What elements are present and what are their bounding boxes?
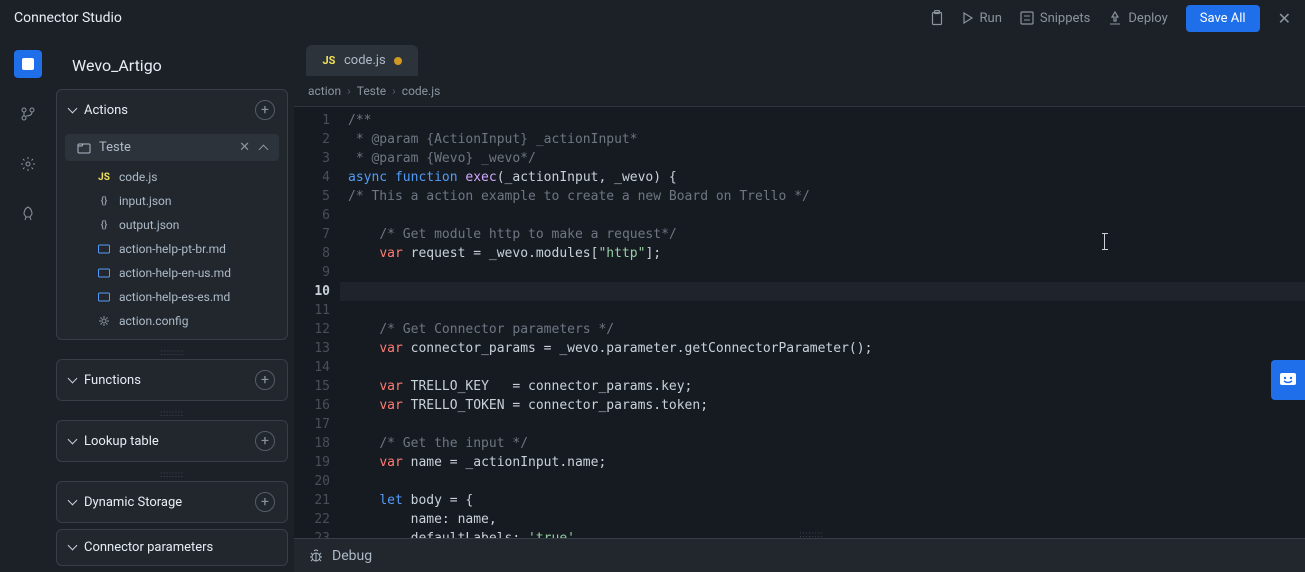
chevron-down-icon bbox=[69, 103, 76, 118]
json-file-icon: {} bbox=[97, 220, 111, 231]
panel-header-connparams[interactable]: Connector parameters bbox=[57, 530, 287, 565]
file-label: action-help-pt-br.md bbox=[119, 242, 226, 256]
panel-connector-params: Connector parameters bbox=[56, 529, 288, 566]
add-button[interactable]: + bbox=[255, 431, 275, 451]
tab-label: code.js bbox=[344, 53, 386, 68]
rocket-icon bbox=[20, 206, 36, 222]
add-button[interactable]: + bbox=[255, 370, 275, 390]
file-output-json[interactable]: {} output.json bbox=[75, 213, 287, 237]
smiley-icon bbox=[1278, 370, 1298, 390]
sidebar: Wevo_Artigo Actions + Teste ✕ JScod bbox=[56, 36, 294, 572]
dirty-indicator bbox=[394, 57, 402, 65]
gear-icon bbox=[20, 156, 36, 172]
breadcrumb-item[interactable]: code.js bbox=[402, 84, 440, 98]
rail-item-settings[interactable] bbox=[14, 150, 42, 178]
feedback-button[interactable] bbox=[1271, 360, 1305, 400]
tree-folder-teste[interactable]: Teste ✕ bbox=[65, 134, 279, 161]
panel-dynamic-storage: Dynamic Storage + bbox=[56, 481, 288, 523]
save-all-button[interactable]: Save All bbox=[1186, 5, 1260, 32]
debug-label: Debug bbox=[332, 548, 372, 564]
file-label: action-help-en-us.md bbox=[119, 266, 231, 280]
breadcrumb-item[interactable]: Teste bbox=[357, 84, 386, 98]
tabs-bar: JS code.js bbox=[294, 36, 1305, 76]
panel-header-lookup[interactable]: Lookup table + bbox=[57, 421, 287, 461]
clipboard-button[interactable] bbox=[930, 10, 944, 26]
panel-drag-handle[interactable]: :::::::: bbox=[800, 530, 824, 539]
file-label: input.json bbox=[119, 194, 172, 208]
rail-item-connector[interactable] bbox=[14, 50, 42, 78]
add-button[interactable]: + bbox=[255, 492, 275, 512]
panel-title: Functions bbox=[84, 373, 141, 388]
clipboard-icon bbox=[930, 10, 944, 26]
file-label: code.js bbox=[119, 170, 157, 184]
file-label: action.config bbox=[119, 314, 188, 328]
code-content[interactable]: /** * @param {ActionInput} _actionInput*… bbox=[340, 107, 1305, 538]
md-file-icon bbox=[97, 291, 111, 303]
file-action-help-pt-br-md[interactable]: action-help-pt-br.md bbox=[75, 237, 287, 261]
file-action-help-es-es-md[interactable]: action-help-es-es.md bbox=[75, 285, 287, 309]
run-label: Run bbox=[980, 11, 1002, 26]
branch-icon bbox=[20, 106, 36, 122]
run-button[interactable]: Run bbox=[962, 11, 1002, 26]
snippets-label: Snippets bbox=[1040, 11, 1091, 26]
deploy-button[interactable]: Deploy bbox=[1108, 11, 1167, 26]
panel-actions: Actions + Teste ✕ JScode.js{}input.json{… bbox=[56, 89, 288, 340]
file-action-help-en-us-md[interactable]: action-help-en-us.md bbox=[75, 261, 287, 285]
snippets-button[interactable]: Snippets bbox=[1020, 11, 1091, 26]
add-action-button[interactable]: + bbox=[255, 100, 275, 120]
js-file-icon: JS bbox=[97, 172, 111, 183]
panel-functions: Functions + bbox=[56, 359, 288, 401]
panel-title: Lookup table bbox=[84, 434, 159, 449]
editor-area: JS code.js action › Teste › code.js 1234… bbox=[294, 36, 1305, 572]
file-action-config[interactable]: action.config bbox=[75, 309, 287, 333]
text-cursor bbox=[1104, 233, 1105, 250]
folder-collapse-icon[interactable] bbox=[260, 140, 267, 155]
topbar: Connector Studio Run Snippets Deploy Sav… bbox=[0, 0, 1305, 36]
chevron-down-icon bbox=[69, 373, 76, 388]
close-button[interactable]: ✕ bbox=[1278, 9, 1291, 28]
panel-title: Actions bbox=[84, 103, 128, 118]
rail-item-branch[interactable] bbox=[14, 100, 42, 128]
panel-title: Connector parameters bbox=[84, 540, 213, 555]
file-input-json[interactable]: {} input.json bbox=[75, 189, 287, 213]
breadcrumb: action › Teste › code.js bbox=[294, 76, 1305, 106]
md-file-icon bbox=[97, 267, 111, 279]
chevron-down-icon bbox=[69, 540, 76, 555]
file-label: action-help-es-es.md bbox=[119, 290, 230, 304]
deploy-icon bbox=[1108, 11, 1122, 25]
panel-header-dynamic[interactable]: Dynamic Storage + bbox=[57, 482, 287, 522]
folder-icon bbox=[77, 141, 91, 155]
cfg-file-icon bbox=[97, 315, 111, 327]
md-file-icon bbox=[97, 243, 111, 255]
snippets-icon bbox=[1020, 11, 1034, 25]
tab-code-js[interactable]: JS code.js bbox=[306, 45, 418, 76]
rail-item-rocket[interactable] bbox=[14, 200, 42, 228]
debug-panel-header[interactable]: Debug bbox=[294, 538, 1305, 572]
chevron-down-icon bbox=[69, 434, 76, 449]
deploy-label: Deploy bbox=[1128, 11, 1167, 26]
folder-close-icon[interactable]: ✕ bbox=[239, 140, 250, 155]
panel-lookup: Lookup table + bbox=[56, 420, 288, 462]
breadcrumb-item[interactable]: action bbox=[308, 84, 341, 98]
panel-title: Dynamic Storage bbox=[84, 495, 182, 510]
line-gutter: 1234567891011121314151617181920212223 bbox=[294, 107, 340, 538]
drag-handle[interactable]: :::::::: bbox=[56, 346, 288, 359]
js-icon: JS bbox=[322, 54, 336, 67]
file-code-js[interactable]: JS code.js bbox=[75, 165, 287, 189]
code-editor[interactable]: 1234567891011121314151617181920212223 /*… bbox=[294, 106, 1305, 538]
app-title: Connector Studio bbox=[14, 10, 122, 26]
panel-header-actions[interactable]: Actions + bbox=[57, 90, 287, 130]
bug-icon bbox=[308, 548, 324, 564]
drag-handle[interactable]: :::::::: bbox=[56, 468, 288, 481]
project-title: Wevo_Artigo bbox=[56, 46, 288, 89]
play-icon bbox=[962, 12, 974, 24]
drag-handle[interactable]: :::::::: bbox=[56, 407, 288, 420]
file-label: output.json bbox=[119, 218, 179, 232]
chevron-down-icon bbox=[69, 495, 76, 510]
json-file-icon: {} bbox=[97, 196, 111, 207]
panel-header-functions[interactable]: Functions + bbox=[57, 360, 287, 400]
folder-name: Teste bbox=[99, 140, 131, 155]
icon-rail bbox=[0, 36, 56, 572]
